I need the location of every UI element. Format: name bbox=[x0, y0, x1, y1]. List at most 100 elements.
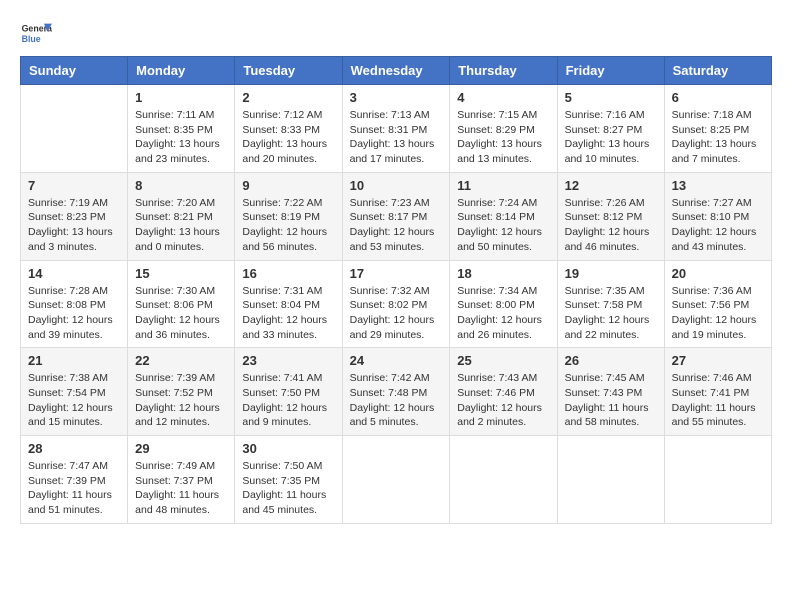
calendar-cell: 23 Sunrise: 7:41 AMSunset: 7:50 PMDaylig… bbox=[235, 348, 342, 436]
day-info: Sunrise: 7:20 AMSunset: 8:21 PMDaylight:… bbox=[135, 196, 227, 255]
day-info: Sunrise: 7:19 AMSunset: 8:23 PMDaylight:… bbox=[28, 196, 120, 255]
day-info: Sunrise: 7:18 AMSunset: 8:25 PMDaylight:… bbox=[672, 108, 764, 167]
day-number: 9 bbox=[242, 178, 334, 193]
calendar-cell: 13 Sunrise: 7:27 AMSunset: 8:10 PMDaylig… bbox=[664, 172, 771, 260]
day-info: Sunrise: 7:23 AMSunset: 8:17 PMDaylight:… bbox=[350, 196, 443, 255]
calendar-cell: 25 Sunrise: 7:43 AMSunset: 7:46 PMDaylig… bbox=[450, 348, 557, 436]
calendar-cell bbox=[557, 436, 664, 524]
day-info: Sunrise: 7:12 AMSunset: 8:33 PMDaylight:… bbox=[242, 108, 334, 167]
calendar-cell bbox=[342, 436, 450, 524]
weekday-header-row: SundayMondayTuesdayWednesdayThursdayFrid… bbox=[21, 57, 772, 85]
day-number: 18 bbox=[457, 266, 549, 281]
day-info: Sunrise: 7:35 AMSunset: 7:58 PMDaylight:… bbox=[565, 284, 657, 343]
day-number: 7 bbox=[28, 178, 120, 193]
day-number: 17 bbox=[350, 266, 443, 281]
calendar-cell: 7 Sunrise: 7:19 AMSunset: 8:23 PMDayligh… bbox=[21, 172, 128, 260]
day-number: 19 bbox=[565, 266, 657, 281]
calendar-cell: 19 Sunrise: 7:35 AMSunset: 7:58 PMDaylig… bbox=[557, 260, 664, 348]
day-number: 25 bbox=[457, 353, 549, 368]
calendar-cell: 6 Sunrise: 7:18 AMSunset: 8:25 PMDayligh… bbox=[664, 85, 771, 173]
calendar-cell: 1 Sunrise: 7:11 AMSunset: 8:35 PMDayligh… bbox=[128, 85, 235, 173]
day-info: Sunrise: 7:34 AMSunset: 8:00 PMDaylight:… bbox=[457, 284, 549, 343]
calendar-cell: 24 Sunrise: 7:42 AMSunset: 7:48 PMDaylig… bbox=[342, 348, 450, 436]
day-info: Sunrise: 7:32 AMSunset: 8:02 PMDaylight:… bbox=[350, 284, 443, 343]
day-number: 11 bbox=[457, 178, 549, 193]
day-number: 13 bbox=[672, 178, 764, 193]
day-number: 28 bbox=[28, 441, 120, 456]
day-number: 24 bbox=[350, 353, 443, 368]
day-info: Sunrise: 7:16 AMSunset: 8:27 PMDaylight:… bbox=[565, 108, 657, 167]
calendar-cell: 16 Sunrise: 7:31 AMSunset: 8:04 PMDaylig… bbox=[235, 260, 342, 348]
day-number: 3 bbox=[350, 90, 443, 105]
calendar-cell: 22 Sunrise: 7:39 AMSunset: 7:52 PMDaylig… bbox=[128, 348, 235, 436]
calendar-cell: 10 Sunrise: 7:23 AMSunset: 8:17 PMDaylig… bbox=[342, 172, 450, 260]
weekday-header-friday: Friday bbox=[557, 57, 664, 85]
day-info: Sunrise: 7:41 AMSunset: 7:50 PMDaylight:… bbox=[242, 371, 334, 430]
calendar-cell: 2 Sunrise: 7:12 AMSunset: 8:33 PMDayligh… bbox=[235, 85, 342, 173]
calendar-cell: 11 Sunrise: 7:24 AMSunset: 8:14 PMDaylig… bbox=[450, 172, 557, 260]
calendar-cell: 3 Sunrise: 7:13 AMSunset: 8:31 PMDayligh… bbox=[342, 85, 450, 173]
day-number: 10 bbox=[350, 178, 443, 193]
page-header: General Blue bbox=[20, 20, 772, 48]
day-info: Sunrise: 7:24 AMSunset: 8:14 PMDaylight:… bbox=[457, 196, 549, 255]
calendar-cell bbox=[664, 436, 771, 524]
calendar-week-row: 28 Sunrise: 7:47 AMSunset: 7:39 PMDaylig… bbox=[21, 436, 772, 524]
day-info: Sunrise: 7:49 AMSunset: 7:37 PMDaylight:… bbox=[135, 459, 227, 518]
day-info: Sunrise: 7:46 AMSunset: 7:41 PMDaylight:… bbox=[672, 371, 764, 430]
day-number: 26 bbox=[565, 353, 657, 368]
calendar-cell: 26 Sunrise: 7:45 AMSunset: 7:43 PMDaylig… bbox=[557, 348, 664, 436]
day-info: Sunrise: 7:43 AMSunset: 7:46 PMDaylight:… bbox=[457, 371, 549, 430]
day-info: Sunrise: 7:42 AMSunset: 7:48 PMDaylight:… bbox=[350, 371, 443, 430]
day-number: 4 bbox=[457, 90, 549, 105]
calendar-cell: 14 Sunrise: 7:28 AMSunset: 8:08 PMDaylig… bbox=[21, 260, 128, 348]
calendar-cell: 17 Sunrise: 7:32 AMSunset: 8:02 PMDaylig… bbox=[342, 260, 450, 348]
calendar-cell: 8 Sunrise: 7:20 AMSunset: 8:21 PMDayligh… bbox=[128, 172, 235, 260]
calendar-week-row: 7 Sunrise: 7:19 AMSunset: 8:23 PMDayligh… bbox=[21, 172, 772, 260]
calendar-cell: 28 Sunrise: 7:47 AMSunset: 7:39 PMDaylig… bbox=[21, 436, 128, 524]
logo-icon: General Blue bbox=[20, 20, 52, 48]
day-info: Sunrise: 7:31 AMSunset: 8:04 PMDaylight:… bbox=[242, 284, 334, 343]
day-number: 23 bbox=[242, 353, 334, 368]
day-info: Sunrise: 7:27 AMSunset: 8:10 PMDaylight:… bbox=[672, 196, 764, 255]
day-number: 1 bbox=[135, 90, 227, 105]
calendar-cell: 29 Sunrise: 7:49 AMSunset: 7:37 PMDaylig… bbox=[128, 436, 235, 524]
day-number: 6 bbox=[672, 90, 764, 105]
calendar-cell: 9 Sunrise: 7:22 AMSunset: 8:19 PMDayligh… bbox=[235, 172, 342, 260]
day-number: 30 bbox=[242, 441, 334, 456]
calendar-table: SundayMondayTuesdayWednesdayThursdayFrid… bbox=[20, 56, 772, 524]
day-info: Sunrise: 7:38 AMSunset: 7:54 PMDaylight:… bbox=[28, 371, 120, 430]
weekday-header-sunday: Sunday bbox=[21, 57, 128, 85]
day-number: 12 bbox=[565, 178, 657, 193]
day-number: 5 bbox=[565, 90, 657, 105]
weekday-header-tuesday: Tuesday bbox=[235, 57, 342, 85]
logo: General Blue bbox=[20, 20, 52, 48]
calendar-cell: 18 Sunrise: 7:34 AMSunset: 8:00 PMDaylig… bbox=[450, 260, 557, 348]
calendar-cell: 30 Sunrise: 7:50 AMSunset: 7:35 PMDaylig… bbox=[235, 436, 342, 524]
day-number: 8 bbox=[135, 178, 227, 193]
calendar-cell: 21 Sunrise: 7:38 AMSunset: 7:54 PMDaylig… bbox=[21, 348, 128, 436]
day-info: Sunrise: 7:30 AMSunset: 8:06 PMDaylight:… bbox=[135, 284, 227, 343]
day-number: 14 bbox=[28, 266, 120, 281]
calendar-cell: 20 Sunrise: 7:36 AMSunset: 7:56 PMDaylig… bbox=[664, 260, 771, 348]
day-number: 21 bbox=[28, 353, 120, 368]
day-info: Sunrise: 7:13 AMSunset: 8:31 PMDaylight:… bbox=[350, 108, 443, 167]
day-info: Sunrise: 7:26 AMSunset: 8:12 PMDaylight:… bbox=[565, 196, 657, 255]
calendar-week-row: 14 Sunrise: 7:28 AMSunset: 8:08 PMDaylig… bbox=[21, 260, 772, 348]
day-number: 15 bbox=[135, 266, 227, 281]
calendar-week-row: 1 Sunrise: 7:11 AMSunset: 8:35 PMDayligh… bbox=[21, 85, 772, 173]
calendar-cell: 12 Sunrise: 7:26 AMSunset: 8:12 PMDaylig… bbox=[557, 172, 664, 260]
day-info: Sunrise: 7:39 AMSunset: 7:52 PMDaylight:… bbox=[135, 371, 227, 430]
calendar-cell: 5 Sunrise: 7:16 AMSunset: 8:27 PMDayligh… bbox=[557, 85, 664, 173]
day-info: Sunrise: 7:11 AMSunset: 8:35 PMDaylight:… bbox=[135, 108, 227, 167]
calendar-cell bbox=[450, 436, 557, 524]
calendar-cell: 4 Sunrise: 7:15 AMSunset: 8:29 PMDayligh… bbox=[450, 85, 557, 173]
day-number: 22 bbox=[135, 353, 227, 368]
day-number: 2 bbox=[242, 90, 334, 105]
day-number: 16 bbox=[242, 266, 334, 281]
day-number: 29 bbox=[135, 441, 227, 456]
day-info: Sunrise: 7:22 AMSunset: 8:19 PMDaylight:… bbox=[242, 196, 334, 255]
weekday-header-thursday: Thursday bbox=[450, 57, 557, 85]
day-info: Sunrise: 7:47 AMSunset: 7:39 PMDaylight:… bbox=[28, 459, 120, 518]
calendar-cell: 27 Sunrise: 7:46 AMSunset: 7:41 PMDaylig… bbox=[664, 348, 771, 436]
calendar-week-row: 21 Sunrise: 7:38 AMSunset: 7:54 PMDaylig… bbox=[21, 348, 772, 436]
